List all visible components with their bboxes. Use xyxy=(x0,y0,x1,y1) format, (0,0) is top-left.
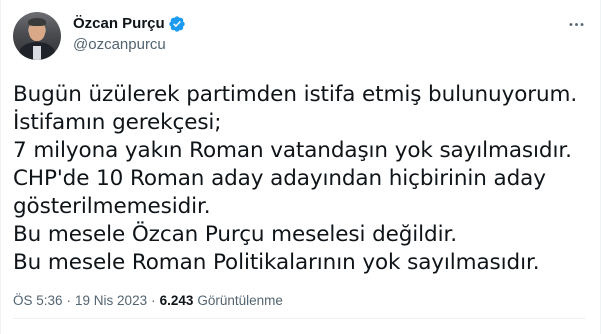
name-row: Özcan Purçu xyxy=(73,14,186,34)
avatar-hair xyxy=(28,18,46,26)
tweet-header: Özcan Purçu @ozcanpurcu xyxy=(13,12,584,62)
tweet-line: İstifamın gerekçesi; xyxy=(13,110,222,135)
avatar-shirt xyxy=(33,46,41,60)
divider xyxy=(13,318,586,319)
meta-separator: · xyxy=(151,293,156,308)
more-horizontal-icon[interactable] xyxy=(566,14,586,34)
meta-separator: · xyxy=(66,293,72,308)
views-label: Görüntülenme xyxy=(197,293,283,308)
tweet-line: CHP'de 10 Roman aday adayından hiçbirini… xyxy=(13,166,546,191)
views-count[interactable]: 6.243 xyxy=(160,292,194,310)
verified-badge-icon[interactable] xyxy=(168,15,186,33)
author-handle[interactable]: @ozcanpurcu xyxy=(73,35,186,55)
avatar[interactable] xyxy=(13,12,61,60)
tweet-line: Bugün üzülerek partimden istifa etmiş bu… xyxy=(13,82,578,107)
tweet-line: gösterilmemesidir. xyxy=(13,194,211,219)
tweet-meta: ÖS 5:36 · 19 Nis 2023 · 6.243 Görüntülen… xyxy=(13,292,584,310)
tweet-time[interactable]: ÖS 5:36 xyxy=(13,292,63,310)
tweet-date[interactable]: 19 Nis 2023 xyxy=(75,292,147,310)
tweet-text: Bugün üzülerek partimden istifa etmiş bu… xyxy=(13,81,584,277)
tweet-card: Özcan Purçu @ozcanpurcu Bugün üzülerek p… xyxy=(0,0,601,334)
author-info: Özcan Purçu @ozcanpurcu xyxy=(73,12,186,55)
tweet-line: 7 milyona yakın Roman vatandaşın yok say… xyxy=(13,138,572,163)
tweet-line: Bu mesele Roman Politikalarının yok sayı… xyxy=(13,250,540,275)
author-display-name[interactable]: Özcan Purçu xyxy=(73,14,165,34)
tweet-line: Bu mesele Özcan Purçu meselesi değildir. xyxy=(13,222,457,247)
